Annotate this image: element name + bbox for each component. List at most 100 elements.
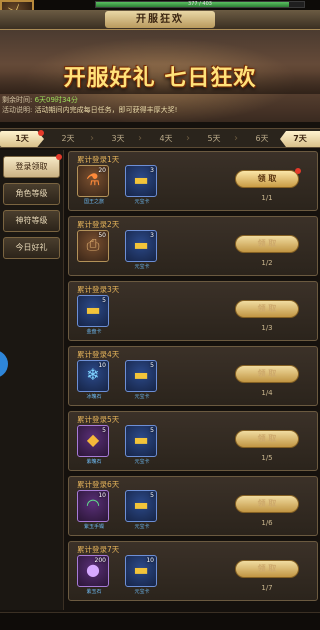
tab-day-7[interactable]: 7天 (280, 131, 320, 147)
tab-separator: › (186, 133, 190, 144)
reward-item-quantity: 5 (102, 297, 106, 304)
reward-item-name: 紫玉石 (86, 589, 102, 595)
claim-button[interactable]: 领 取 (235, 300, 299, 318)
reward-item-slot[interactable]: ▬ 5 金盘卡 (77, 295, 109, 335)
claim-button[interactable]: 领 取 (235, 170, 299, 188)
login-progress: 1/1 (261, 194, 273, 202)
reward-item-quantity: 200 (94, 557, 106, 564)
side-menu-daily-gift[interactable]: 今日好礼 (3, 237, 60, 259)
bottom-strip (0, 612, 320, 630)
reward-row-title: 累计登录1天 (77, 155, 120, 164)
reward-item-slot[interactable]: ⎙ 50 (77, 230, 109, 262)
side-menu-rune-level[interactable]: 神符等级 (3, 210, 60, 232)
tab-day-2[interactable]: 2天 (46, 131, 90, 147)
reward-row: 累计登录7天 ● 200 紫玉石 ▬ 10 元宝卡 领 取 1/7 (68, 541, 318, 601)
claim-notification-dot (295, 168, 301, 174)
reward-item-slot[interactable]: ▬ 5 元宝卡 (125, 360, 157, 400)
reward-item-quantity: 3 (150, 232, 154, 239)
reward-item-quantity: 5 (102, 427, 106, 434)
gold-bar-icon: ▬ (133, 365, 149, 384)
reward-item-name: 元宝卡 (134, 524, 150, 530)
claim-button[interactable]: 领 取 (235, 430, 299, 448)
reward-item-slot[interactable]: ● 200 紫玉石 (77, 555, 109, 595)
reward-row: 累计登录2天 ⎙ 50 ▬ 3 元宝卡领 取 1/2 (68, 216, 318, 276)
side-menu: 登录领取 角色等级 神符等级 今日好礼 (0, 150, 64, 610)
claim-button[interactable]: 领 取 (235, 495, 299, 513)
reward-item-name: 元宝卡 (134, 394, 150, 400)
reward-row-title: 累计登录5天 (77, 415, 120, 424)
tab-day-3[interactable]: 3天 (96, 131, 140, 147)
remaining-time-value: 6天09时34分 (34, 96, 78, 104)
window-title: 开服狂欢 (105, 11, 215, 28)
reward-item-quantity: 50 (98, 232, 106, 239)
reward-item-quantity: 5 (150, 362, 154, 369)
claim-button[interactable]: 领 取 (235, 235, 299, 253)
reward-row: 累计登录4天 ❄ 10 冰魄石 ▬ 5 元宝卡 领 取 1/4 (68, 346, 318, 406)
banner-info: 剩余时间: 6天09时34分 活动说明: 活动期间内完成每日任务，即可获得丰厚大… (2, 95, 177, 115)
reward-item-quantity: 10 (98, 362, 106, 369)
login-progress: 1/5 (261, 454, 273, 462)
gold-bar-icon: ▬ (85, 300, 101, 319)
login-progress: 1/4 (261, 389, 273, 397)
reward-item-quantity: 10 (146, 557, 154, 564)
reward-item-quantity: 20 (98, 167, 106, 174)
reward-item-slot[interactable]: ▬ 5 元宝卡 (125, 490, 157, 530)
tab-day-6[interactable]: 6天 (240, 131, 284, 147)
reward-item-name: 冰魄石 (86, 394, 102, 400)
reward-item-name: 国王之旅 (83, 199, 104, 205)
reward-item-name: 元宝卡 (134, 459, 150, 465)
reward-row-title: 累计登录7天 (77, 545, 120, 554)
reward-row: 累计登录1天 ⚗ 20 国王之旅 ▬ 3 元宝卡 领 取 1/1 (68, 151, 318, 211)
reward-list: 累计登录1天 ⚗ 20 国王之旅 ▬ 3 元宝卡领 取 1/1 累计登录2天 ⎙ 50 ▬ 3 元宝卡领 … (68, 151, 318, 607)
claim-button[interactable]: 领 取 (235, 365, 299, 383)
gold-bar-icon: ▬ (133, 430, 149, 449)
tab-day-5[interactable]: 5天 (192, 131, 236, 147)
login-rewards-notification-dot (56, 154, 62, 160)
reward-item-name: 紫魄石 (86, 459, 102, 465)
scroll-icon: ⎙ (86, 235, 100, 254)
event-description-line: 活动说明: 活动期间内完成每日任务，即可获得丰厚大奖! (2, 105, 177, 115)
reward-item-slot[interactable]: ⚗ 20 国王之旅 (77, 165, 109, 205)
tab-separator: › (138, 133, 142, 144)
gold-bar-icon: ▬ (133, 235, 149, 254)
window-header: 开服狂欢 (0, 10, 320, 30)
reward-item-quantity: 3 (150, 167, 154, 174)
claim-button[interactable]: 领 取 (235, 560, 299, 578)
top-status-bar: 377 / 403 (0, 0, 320, 10)
reward-row: 累计登录3天 ▬ 5 金盘卡 领 取 1/3 (68, 281, 318, 341)
reward-row-title: 累计登录6天 (77, 480, 120, 489)
reward-row: 累计登录5天 ◆ 5 紫魄石 ▬ 5 元宝卡领 取 1/5 (68, 411, 318, 471)
reward-item-slot[interactable]: ▬ 3 元宝卡 (125, 230, 157, 270)
tab-day-1-notification-dot (38, 130, 44, 136)
tab-day-4[interactable]: 4天 (144, 131, 188, 147)
reward-item-quantity: 5 (150, 427, 154, 434)
side-menu-character-level[interactable]: 角色等级 (3, 183, 60, 205)
reward-item-name: 元宝卡 (134, 589, 150, 595)
tab-separator: › (234, 133, 238, 144)
reward-item-quantity: 10 (98, 492, 106, 499)
reward-item-slot[interactable]: ▬ 3 元宝卡 (125, 165, 157, 205)
reward-item-slot[interactable]: ◠ 10 紫玉手镯 (77, 490, 109, 530)
reward-item-slot[interactable]: ❄ 10 冰魄石 (77, 360, 109, 400)
login-progress: 1/6 (261, 519, 273, 527)
ice-orb-icon: ❄ (86, 365, 100, 384)
login-progress: 1/2 (261, 259, 273, 267)
side-menu-login-rewards[interactable]: 登录领取 (3, 156, 60, 178)
banner-title: 开服好礼 七日狂欢 (63, 66, 257, 91)
potion-icon: ⚗ (85, 170, 101, 189)
login-progress: 1/7 (261, 584, 273, 592)
gold-bar-icon: ▬ (133, 170, 149, 189)
reward-item-name: 紫玉手镯 (83, 524, 104, 530)
reward-item-slot[interactable]: ◆ 5 紫魄石 (77, 425, 109, 465)
hp-text: 377 / 403 (188, 1, 212, 7)
gold-bar-icon: ▬ (133, 560, 149, 579)
reward-row-title: 累计登录4天 (77, 350, 120, 359)
purple-stone-icon: ● (86, 560, 100, 579)
login-progress: 1/3 (261, 324, 273, 332)
reward-row-title: 累计登录3天 (77, 285, 120, 294)
reward-item-slot[interactable]: ▬ 5 元宝卡 (125, 425, 157, 465)
reward-row-title: 累计登录2天 (77, 220, 120, 229)
reward-item-slot[interactable]: ▬ 10 元宝卡 (125, 555, 157, 595)
reward-item-name: 元宝卡 (134, 264, 150, 270)
event-description-text: 活动期间内完成每日任务，即可获得丰厚大奖! (34, 106, 178, 114)
